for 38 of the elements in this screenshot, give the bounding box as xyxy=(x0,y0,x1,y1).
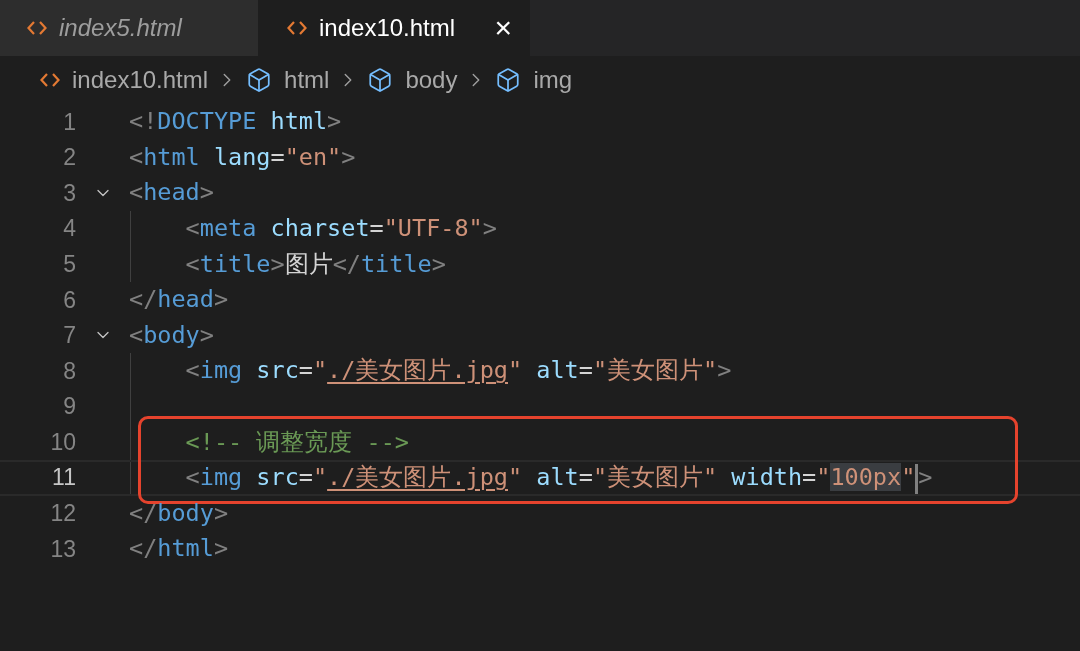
breadcrumb-item[interactable]: html xyxy=(246,62,330,98)
breadcrumb-item[interactable]: img xyxy=(495,62,573,98)
code-line: <title>图片</title> xyxy=(184,248,446,280)
line-number: 5 xyxy=(62,249,76,279)
line-number: 12 xyxy=(49,499,76,529)
code-line: </body> xyxy=(129,497,229,529)
cube-icon xyxy=(495,67,522,93)
cube-icon xyxy=(246,67,273,93)
editor-tab[interactable]: index5.html xyxy=(0,0,258,56)
code-file-icon xyxy=(287,21,307,35)
line-number: 4 xyxy=(62,214,76,244)
code-file-icon xyxy=(27,21,47,35)
line-number: 13 xyxy=(49,534,76,564)
code-line: </head> xyxy=(129,284,229,316)
code-line: <img src="./美女图片.jpg" alt="美女图片"> xyxy=(184,355,732,387)
line-number: 1 xyxy=(62,107,76,137)
code-line: <!DOCTYPE html> xyxy=(129,106,342,138)
code-line: <img src="./美女图片.jpg" alt="美女图片" width="100px"> xyxy=(184,462,933,496)
line-number: 2 xyxy=(62,143,76,173)
breadcrumb-item[interactable]: body xyxy=(367,62,458,98)
cube-icon xyxy=(367,67,394,93)
editor-tab[interactable]: index10.html × xyxy=(258,0,530,56)
code-line: <!-- 调整宽度 --> xyxy=(184,426,409,458)
line-number: 11 xyxy=(51,463,76,493)
line-number: 10 xyxy=(49,427,76,457)
code-line: <html lang="en"> xyxy=(129,141,356,173)
line-number: 7 xyxy=(62,321,76,351)
code-line: </html> xyxy=(129,533,229,565)
line-number: 9 xyxy=(62,392,76,422)
line-number: 3 xyxy=(62,178,76,208)
breadcrumb-item[interactable]: index10.html xyxy=(40,62,209,98)
line-number: 6 xyxy=(62,285,76,315)
code-line: <head> xyxy=(129,177,214,209)
close-icon[interactable]: × xyxy=(494,13,512,43)
code-line: <meta charset="UTF-8"> xyxy=(184,212,497,244)
code-line: <body> xyxy=(129,319,214,351)
line-number: 8 xyxy=(62,356,76,386)
code-file-icon xyxy=(40,73,60,87)
